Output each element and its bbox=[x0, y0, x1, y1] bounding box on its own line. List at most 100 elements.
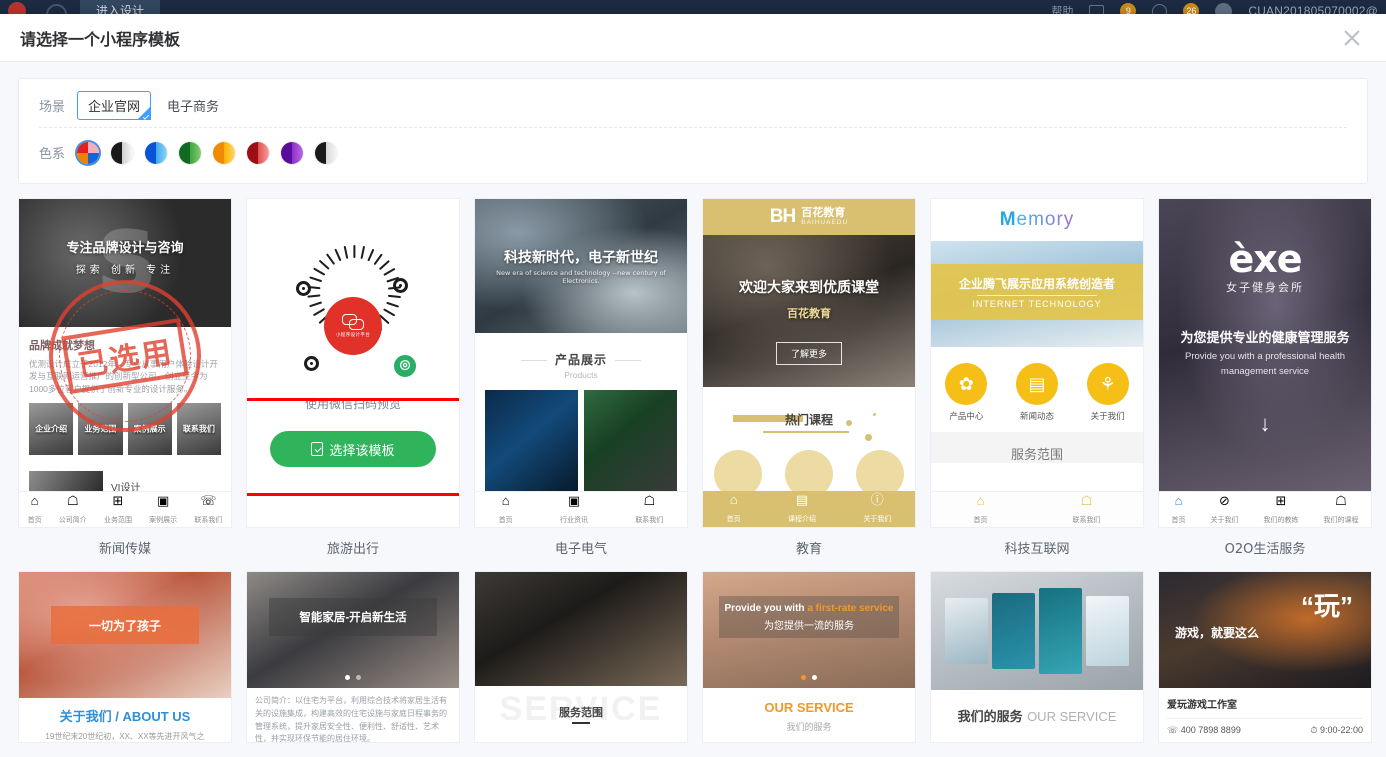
business-hours: ⏱ 9:00-22:00 bbox=[1310, 725, 1363, 735]
contact-meta: ☏ 400 7898 8899 ⏱ 9:00-22:00 bbox=[1167, 725, 1363, 736]
color-swatch-green[interactable] bbox=[179, 141, 201, 164]
carousel-dots[interactable] bbox=[247, 675, 459, 680]
person-icon: ☖ bbox=[643, 492, 656, 508]
section-body: 优测设计成立于2012年，专业从事用户体验设计开发与互联网运营推广的创新型公司，… bbox=[29, 359, 218, 394]
nav-label: 案例展示 bbox=[149, 516, 178, 524]
template-picker-modal: 请选择一个小程序模板 场景 企业官网 电子商务 色系 S 专注品牌设计与咨询 探… bbox=[0, 14, 1386, 757]
section-body: 19世纪末20世纪初，XX、XX等先进开风气之 bbox=[45, 732, 205, 741]
product-image bbox=[584, 390, 677, 496]
template-preview[interactable]: 我们的服务 OUR SERVICE bbox=[930, 571, 1144, 743]
template-brandbar: BH 百花教育 BAIHUAEDU bbox=[703, 199, 915, 235]
template-preview[interactable]: “玩” 游戏，就要这么 爱玩游戏工作室 ☏ 400 7898 8899 ⏱ 9:… bbox=[1158, 571, 1372, 743]
hero-band: 智能家居-开启新生活 bbox=[269, 598, 437, 636]
color-swatch-red[interactable] bbox=[247, 141, 269, 164]
tile-item: 联系我们 bbox=[176, 402, 221, 455]
tile-list: 企业介绍 业务范围 案例展示 联系我们 bbox=[29, 402, 221, 455]
nav-item-courses: ☖ 我们的课程 bbox=[1324, 494, 1359, 526]
select-template-button[interactable]: 选择该模板 bbox=[270, 431, 436, 467]
nav-item-business: ⊞ 业务范围 bbox=[104, 494, 132, 526]
feature-icon-row: ✿ 产品中心 ▤ 新闻动态 ⚘ 关于我们 bbox=[931, 347, 1143, 432]
person-icon: ☖ bbox=[1080, 492, 1093, 508]
section-subtitle: Products bbox=[564, 370, 598, 380]
template-preview[interactable]: Memory 企业腾飞展示应用系统创造者 INTERNET TECHNOLOGY… bbox=[930, 198, 1144, 528]
qr-code: 小程序设计平台 ⌾ bbox=[288, 245, 418, 391]
template-preview[interactable]: SERVICE 服务范围 bbox=[474, 571, 688, 743]
hero-band: 企业腾飞展示应用系统创造者 INTERNET TECHNOLOGY bbox=[931, 264, 1143, 320]
template-preview[interactable]: BH 百花教育 BAIHUAEDU 欢迎大家来到优质课堂 百花教育 了解更多 热… bbox=[702, 198, 916, 528]
template-card-row2-4[interactable]: Provide you with a first-rate service 为您… bbox=[702, 571, 916, 743]
color-swatch-purple[interactable] bbox=[281, 141, 303, 164]
template-preview[interactable]: èxe 女子健身会所 为您提供专业的健康管理服务 Provide you wit… bbox=[1158, 198, 1372, 528]
scene-option-ecommerce[interactable]: 电子商务 bbox=[157, 92, 229, 119]
template-preview[interactable]: 小程序设计平台 ⌾ 使用微信扫码预览 选择该模板 bbox=[246, 198, 460, 528]
home-icon: ⌂ bbox=[501, 492, 510, 508]
nav-label: 关于我们 bbox=[863, 516, 892, 523]
template-card-row2-6[interactable]: “玩” 游戏，就要这么 爱玩游戏工作室 ☏ 400 7898 8899 ⏱ 9:… bbox=[1158, 571, 1372, 743]
hero-subtitle: New era of science and technology --new … bbox=[496, 269, 666, 285]
template-card-electronics[interactable]: 科技新时代，电子新世纪 New era of science and techn… bbox=[474, 198, 688, 557]
nav-label: 联系我们 bbox=[635, 516, 664, 524]
section-title: 产品展示 bbox=[475, 351, 687, 368]
template-card-row2-5[interactable]: 我们的服务 OUR SERVICE bbox=[930, 571, 1144, 743]
person-icon: ☖ bbox=[66, 492, 79, 508]
section-heading: 产品展示 Products bbox=[475, 351, 687, 380]
nav-item-contact: ☖ 联系我们 bbox=[635, 494, 663, 526]
nav-item-home: ⌂ 首页 bbox=[727, 493, 741, 525]
nav-item-about: ⊘ 关于我们 bbox=[1211, 494, 1239, 526]
hero-quote: “玩” bbox=[1300, 591, 1353, 621]
qr-caption: 使用微信扫码预览 bbox=[304, 397, 401, 411]
nav-label: 首页 bbox=[726, 516, 741, 523]
hero-cta-button[interactable]: 了解更多 bbox=[775, 342, 843, 365]
color-filter-label: 色系 bbox=[39, 147, 66, 162]
color-swatch-blue[interactable] bbox=[145, 141, 167, 164]
template-card-education[interactable]: BH 百花教育 BAIHUAEDU 欢迎大家来到优质课堂 百花教育 了解更多 热… bbox=[702, 198, 916, 557]
template-card-row2-1[interactable]: 一切为了孩子 关于我们 / ABOUT US 19世纪末20世纪初，XX、XX等… bbox=[18, 571, 232, 743]
tile-item: 业务范围 bbox=[78, 402, 123, 455]
qr-finder-icon bbox=[393, 278, 408, 293]
hero-title: 智能家居-开启新生活 bbox=[299, 612, 407, 624]
color-swatch-orange[interactable] bbox=[213, 141, 235, 164]
qr-finder-icon bbox=[304, 356, 319, 371]
nav-item-cases: ▣ 案例展示 bbox=[149, 494, 177, 526]
nav-label: 联系我们 bbox=[194, 516, 223, 524]
template-preview[interactable]: 智能家居-开启新生活 公司简介：以住宅为平台，利用综合技术将家居生活有关的设施集… bbox=[246, 571, 460, 743]
scene-option-corporate[interactable]: 企业官网 bbox=[77, 90, 152, 120]
decor-dot bbox=[865, 434, 872, 441]
color-swatch-multicolor[interactable] bbox=[77, 141, 99, 164]
scene-option-ecommerce-label: 电子商务 bbox=[167, 99, 220, 115]
flower-icon: ✿ bbox=[945, 363, 988, 405]
template-card-tech-internet[interactable]: Memory 企业腾飞展示应用系统创造者 INTERNET TECHNOLOGY… bbox=[930, 198, 1144, 557]
section-underline bbox=[763, 431, 849, 433]
hero-title: 为您提供专业的健康管理服务 bbox=[1180, 330, 1350, 345]
template-card-row2-2[interactable]: 智能家居-开启新生活 公司简介：以住宅为平台，利用综合技术将家居生活有关的设施集… bbox=[246, 571, 460, 743]
nav-label: 课程介绍 bbox=[787, 516, 816, 523]
template-hero: S 专注品牌设计与咨询 探索 创新 专注 bbox=[19, 199, 231, 327]
color-swatch-black-white[interactable] bbox=[111, 141, 133, 164]
divider bbox=[1167, 718, 1363, 719]
tile-label: 业务范围 bbox=[84, 424, 117, 434]
image-icon: ▣ bbox=[157, 492, 170, 508]
template-card-o2o-life[interactable]: èxe 女子健身会所 为您提供专业的健康管理服务 Provide you wit… bbox=[1158, 198, 1372, 557]
brand-name-cn: 百花教育 bbox=[801, 207, 846, 220]
template-card-row2-3[interactable]: SERVICE 服务范围 bbox=[474, 571, 688, 743]
template-hero: 科技新时代，电子新世纪 New era of science and techn… bbox=[475, 199, 687, 333]
hero-subtitle: Provide you with a professional health m… bbox=[1184, 351, 1345, 378]
template-preview[interactable]: S 专注品牌设计与咨询 探索 创新 专注 品牌成就梦想 优测设计成立于2012年… bbox=[18, 198, 232, 528]
qr-finder-icon bbox=[296, 281, 311, 296]
template-card-travel[interactable]: 小程序设计平台 ⌾ 使用微信扫码预览 选择该模板 旅游出行 bbox=[246, 198, 460, 557]
template-hero: 企业腾飞展示应用系统创造者 INTERNET TECHNOLOGY bbox=[931, 241, 1143, 347]
template-preview[interactable]: 一切为了孩子 关于我们 / ABOUT US 19世纪末20世纪初，XX、XX等… bbox=[18, 571, 232, 743]
template-navbar: ⌂ 首页 ▣ 行业资讯 ☖ 联系我们 bbox=[475, 491, 687, 527]
section-title-en: OUR SERVICE bbox=[1027, 709, 1117, 724]
close-icon[interactable] bbox=[1338, 24, 1366, 52]
hero-title: 欢迎大家来到优质课堂 bbox=[739, 280, 879, 296]
carousel-dots[interactable] bbox=[703, 675, 915, 680]
color-swatch-grey[interactable] bbox=[315, 141, 337, 164]
hero-subtitle: 百花教育 bbox=[787, 307, 831, 320]
template-preview[interactable]: Provide you with a first-rate service 为您… bbox=[702, 571, 916, 743]
template-preview[interactable]: 科技新时代，电子新世纪 New era of science and techn… bbox=[474, 198, 688, 528]
nav-label: 我们的教练 bbox=[1263, 516, 1299, 524]
template-label: 旅游出行 bbox=[326, 542, 379, 557]
template-card-news-media[interactable]: S 专注品牌设计与咨询 探索 创新 专注 品牌成就梦想 优测设计成立于2012年… bbox=[18, 198, 232, 557]
nav-label: 首页 bbox=[973, 516, 988, 524]
